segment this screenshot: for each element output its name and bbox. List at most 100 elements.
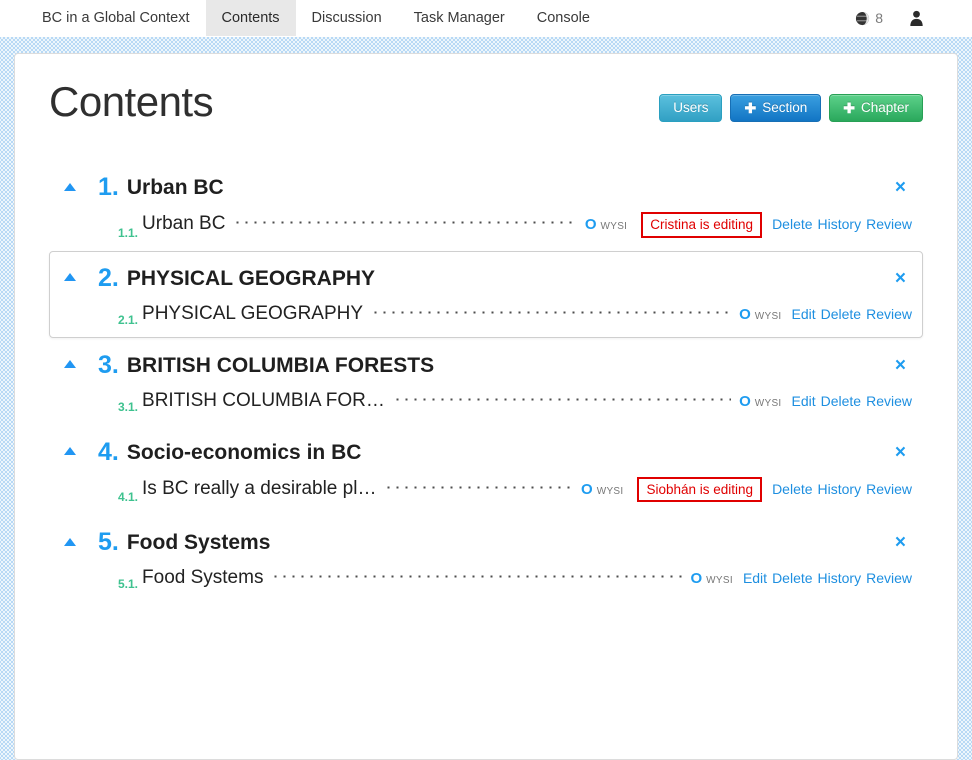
close-icon[interactable]: × bbox=[889, 178, 912, 197]
review-link[interactable]: Review bbox=[866, 570, 912, 586]
section-row: 1.1. Urban BC O WYSI Cristina is editing Dele… bbox=[60, 212, 912, 240]
review-link[interactable]: Review bbox=[866, 481, 912, 497]
chapter-number[interactable]: 5. bbox=[98, 530, 119, 555]
button-label: Users bbox=[673, 100, 709, 116]
wysiwyg-label: WYSI bbox=[596, 485, 624, 497]
page-title: Contents bbox=[49, 78, 214, 125]
section-action-links: Edit Delete Review bbox=[792, 306, 913, 322]
delete-link[interactable]: Delete bbox=[821, 306, 861, 322]
history-link[interactable]: History bbox=[818, 481, 862, 497]
tab-bc-in-a-global-context[interactable]: BC in a Global Context bbox=[26, 0, 206, 36]
caret-up-triangle bbox=[64, 182, 76, 191]
tab-task-manager[interactable]: Task Manager bbox=[398, 0, 521, 36]
tab-label: Contents bbox=[221, 10, 280, 26]
section-number[interactable]: 1.1. bbox=[118, 226, 138, 240]
delete-link[interactable]: Delete bbox=[772, 481, 812, 497]
section-number[interactable]: 5.1. bbox=[118, 577, 138, 591]
wysiwyg-circle-icon: O bbox=[584, 216, 597, 234]
edit-link[interactable]: Edit bbox=[792, 306, 816, 322]
tab-discussion[interactable]: Discussion bbox=[296, 0, 398, 36]
tab-label: Discussion bbox=[311, 10, 382, 26]
contents-card: Contents Users ✚ Section ✚ Chapter 1. Urban B… bbox=[14, 53, 958, 760]
globe-notification-group[interactable]: 8 bbox=[855, 10, 883, 26]
close-icon[interactable]: × bbox=[889, 533, 912, 552]
wysiwyg-circle-icon: O bbox=[739, 305, 751, 323]
wysiwyg-editor-button[interactable]: O WYSI bbox=[581, 481, 623, 498]
review-link[interactable]: Review bbox=[866, 216, 912, 232]
review-link[interactable]: Review bbox=[866, 306, 912, 322]
chapter-item: 4. Socio-economics in BC × 4.1. Is BC really… bbox=[49, 425, 923, 516]
collapse-caret-up-icon[interactable] bbox=[60, 360, 80, 370]
chapter-number[interactable]: 2. bbox=[98, 265, 119, 291]
chapter-title[interactable]: Food Systems bbox=[127, 532, 271, 553]
history-link[interactable]: History bbox=[818, 216, 862, 232]
chapter-item: 1. Urban BC × 1.1. Urban BC O WYSI Cristina is … bbox=[49, 160, 923, 251]
dotted-leader bbox=[392, 390, 732, 406]
section-action-links: Delete History Review bbox=[772, 216, 912, 232]
tab-contents[interactable]: Contents bbox=[205, 0, 296, 36]
chapter-title[interactable]: PHYSICAL GEOGRAPHY bbox=[127, 268, 375, 289]
wysiwyg-label: WYSI bbox=[706, 575, 733, 587]
dotted-leader bbox=[384, 478, 573, 494]
history-link[interactable]: History bbox=[818, 570, 862, 586]
edit-link[interactable]: Edit bbox=[743, 570, 767, 586]
review-link[interactable]: Review bbox=[866, 393, 912, 409]
close-icon[interactable]: × bbox=[889, 443, 912, 462]
dotted-leader bbox=[371, 303, 732, 319]
collapse-caret-up-icon[interactable] bbox=[60, 273, 80, 283]
chapter-title[interactable]: Urban BC bbox=[127, 177, 224, 198]
wysiwyg-label: WYSI bbox=[600, 221, 628, 233]
chapter-number[interactable]: 1. bbox=[98, 175, 119, 200]
collapse-caret-up-icon[interactable] bbox=[60, 537, 80, 548]
tab-console[interactable]: Console bbox=[521, 0, 606, 36]
section-number[interactable]: 2.1. bbox=[118, 313, 138, 327]
close-icon[interactable]: × bbox=[889, 356, 912, 375]
header-action-buttons: Users ✚ Section ✚ Chapter bbox=[659, 80, 923, 122]
wysiwyg-editor-button[interactable]: O WYSI bbox=[691, 570, 733, 587]
section-title[interactable]: PHYSICAL GEOGRAPHY bbox=[142, 303, 363, 325]
editing-status-badge: Siobhán is editing bbox=[637, 476, 763, 503]
section-row: 5.1. Food Systems O WYSI Edit Delete History Re… bbox=[60, 567, 912, 591]
add-section-button[interactable]: ✚ Section bbox=[730, 94, 822, 122]
caret-up-triangle bbox=[64, 273, 76, 282]
tab-list: BC in a Global Context Contents Discussion… bbox=[26, 0, 606, 36]
chapter-header: 5. Food Systems × bbox=[60, 530, 912, 555]
section-title[interactable]: Is BC really a desirable pl… bbox=[142, 478, 376, 500]
user-avatar-icon[interactable] bbox=[909, 10, 924, 27]
section-row: 4.1. Is BC really a desirable pl… O WYSI Sio… bbox=[60, 476, 912, 504]
delete-link[interactable]: Delete bbox=[772, 216, 812, 232]
caret-up-triangle bbox=[64, 537, 76, 546]
section-title[interactable]: BRITISH COLUMBIA FOR… bbox=[142, 390, 385, 412]
section-action-links: Delete History Review bbox=[772, 481, 912, 497]
section-number[interactable]: 3.1. bbox=[118, 400, 138, 414]
section-title[interactable]: Food Systems bbox=[142, 567, 263, 589]
chapter-number[interactable]: 4. bbox=[98, 439, 119, 465]
button-label: Section bbox=[762, 100, 808, 116]
chapter-title[interactable]: BRITISH COLUMBIA FORESTS bbox=[127, 355, 434, 376]
tab-label: Task Manager bbox=[413, 10, 505, 26]
section-title[interactable]: Urban BC bbox=[142, 213, 225, 235]
collapse-caret-up-icon[interactable] bbox=[60, 182, 80, 193]
section-action-links: Edit Delete Review bbox=[792, 393, 913, 409]
add-chapter-button[interactable]: ✚ Chapter bbox=[829, 94, 923, 122]
close-icon[interactable]: × bbox=[889, 269, 912, 288]
wysiwyg-circle-icon: O bbox=[581, 480, 593, 498]
chapter-title[interactable]: Socio-economics in BC bbox=[127, 442, 362, 463]
caret-up-triangle bbox=[64, 447, 76, 456]
topbar-right-actions: 8 bbox=[855, 0, 972, 36]
plus-icon: ✚ bbox=[744, 100, 757, 116]
delete-link[interactable]: Delete bbox=[772, 570, 812, 586]
chapter-list: 1. Urban BC × 1.1. Urban BC O WYSI Cristina is … bbox=[49, 160, 923, 602]
delete-link[interactable]: Delete bbox=[821, 393, 861, 409]
wysiwyg-label: WYSI bbox=[754, 310, 782, 322]
edit-link[interactable]: Edit bbox=[792, 393, 816, 409]
users-button[interactable]: Users bbox=[659, 94, 723, 122]
wysiwyg-editor-button[interactable]: O WYSI bbox=[585, 216, 627, 233]
chapter-number[interactable]: 3. bbox=[98, 352, 119, 378]
tab-label: Console bbox=[536, 10, 590, 26]
collapse-caret-up-icon[interactable] bbox=[60, 447, 80, 457]
section-number[interactable]: 4.1. bbox=[118, 490, 138, 504]
dotted-leader bbox=[271, 567, 683, 583]
wysiwyg-editor-button[interactable]: O WYSI bbox=[739, 393, 781, 410]
wysiwyg-editor-button[interactable]: O WYSI bbox=[739, 306, 781, 323]
